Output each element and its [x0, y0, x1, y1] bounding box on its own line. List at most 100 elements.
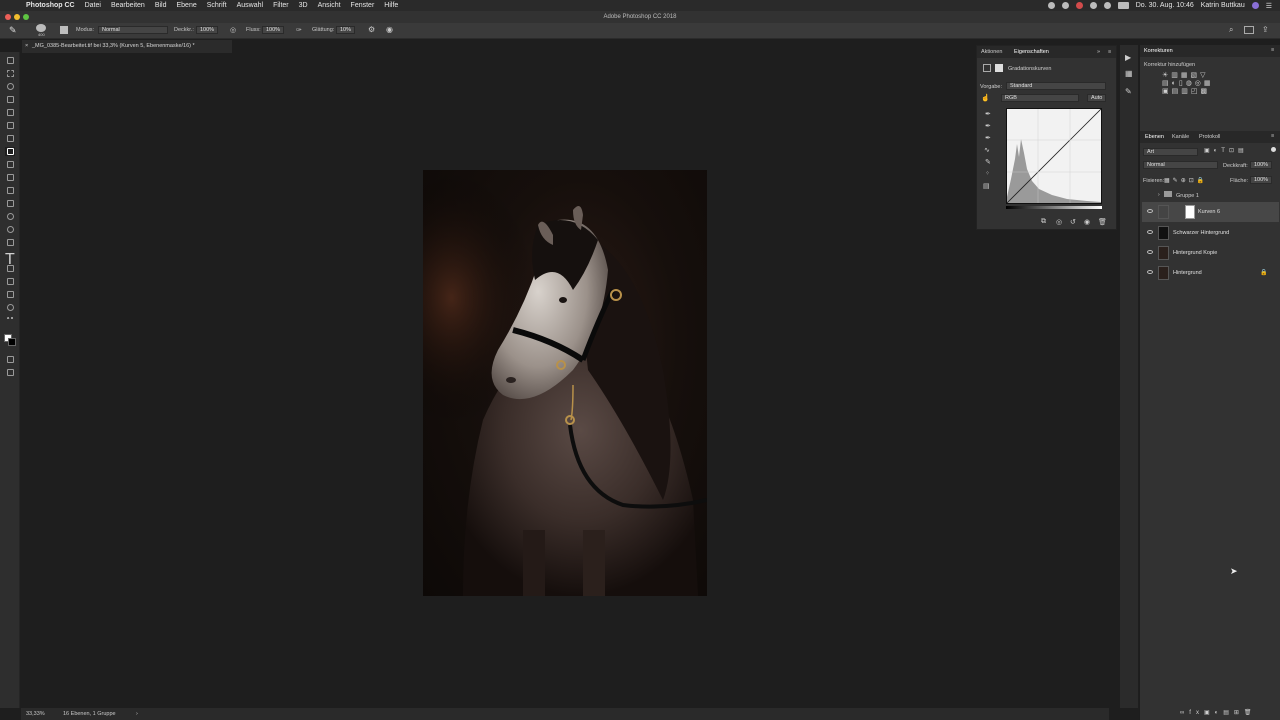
fill-field[interactable]: 100% [1250, 176, 1273, 184]
delete-adjustment-icon[interactable]: 🗑 [1098, 218, 1107, 226]
reset-icon[interactable]: ↺ [1070, 218, 1076, 226]
brush-tool-icon[interactable]: ✎ [9, 25, 17, 36]
auto-button[interactable]: Auto [1087, 94, 1107, 102]
layer-row[interactable]: Hintergrund Kopie [1142, 243, 1279, 263]
eye-icon[interactable] [1147, 230, 1153, 234]
more-tools-icon[interactable] [5, 316, 15, 325]
quick-mask-icon[interactable] [5, 355, 15, 364]
wifi-icon[interactable] [1089, 2, 1097, 9]
layer-opacity-field[interactable]: 100% [1250, 161, 1273, 169]
pressure-opacity-icon[interactable]: ◎ [230, 26, 236, 34]
channel-select[interactable]: RGB [1001, 94, 1079, 102]
brush-panel-icon[interactable] [60, 26, 68, 34]
layer-mask-thumb[interactable] [1185, 205, 1195, 219]
workspace-icon[interactable] [1244, 26, 1254, 34]
tab-kanaele[interactable]: Kanäle [1172, 134, 1189, 140]
crop-tool-icon[interactable] [5, 108, 15, 117]
gear-icon[interactable]: ⚙ [368, 25, 375, 34]
eye-icon[interactable] [1147, 270, 1153, 274]
menubar-user[interactable]: Katrin Buttkau [1201, 2, 1245, 9]
gray-point-eyedropper-icon[interactable]: ✒ [985, 122, 991, 130]
menu-hilfe[interactable]: Hilfe [384, 2, 398, 9]
brush-tool-button-icon[interactable] [5, 147, 15, 156]
minimize-window-icon[interactable] [14, 14, 20, 20]
status-circle-icon[interactable] [1047, 2, 1055, 9]
clipping-warning-icon[interactable]: ▤ [983, 182, 990, 190]
path-selection-tool-icon[interactable] [5, 264, 15, 273]
menu-bild[interactable]: Bild [155, 2, 167, 9]
corrections-icon-grid[interactable]: ☀▥▦▧▽ ▤◐▯◍◎▦ ▣▤▥◰▩ [1162, 71, 1232, 107]
clip-to-layer-icon[interactable]: ⧉ [1041, 218, 1046, 226]
view-previous-icon[interactable]: ◎ [1056, 218, 1062, 226]
menu-ebene[interactable]: Ebene [177, 2, 197, 9]
airbrush-icon[interactable]: ✑ [296, 26, 302, 34]
notification-center-icon[interactable]: ☰ [1266, 2, 1272, 10]
status-shield-icon[interactable] [1075, 2, 1083, 9]
filter-toggle-icon[interactable] [1271, 147, 1276, 152]
marquee-tool-icon[interactable] [5, 69, 15, 78]
tab-eigenschaften[interactable]: Eigenschaften [1014, 49, 1049, 55]
tab-ebenen[interactable]: Ebenen [1145, 134, 1164, 140]
close-window-icon[interactable] [5, 14, 11, 20]
smoothing-field[interactable]: 10% [336, 26, 356, 34]
lock-icons[interactable]: ▦✎⊕⊡🔒 [1164, 177, 1207, 184]
rectangle-tool-icon[interactable] [5, 277, 15, 286]
eye-icon[interactable] [1147, 209, 1153, 213]
white-point-eyedropper-icon[interactable]: ✒ [985, 134, 991, 142]
canvas-area[interactable] [21, 53, 1109, 708]
brush-preset-icon[interactable] [36, 24, 46, 32]
zoom-level[interactable]: 33,33% [26, 708, 45, 720]
menu-datei[interactable]: Datei [85, 2, 101, 9]
tab-protokoll[interactable]: Protokoll [1199, 134, 1220, 140]
black-point-eyedropper-icon[interactable]: ✒ [985, 110, 991, 118]
pencil-draw-icon[interactable]: ✎ [985, 158, 991, 166]
menu-fenster[interactable]: Fenster [351, 2, 375, 9]
dodge-tool-icon[interactable] [5, 225, 15, 234]
targeted-adjustment-icon[interactable]: ☝ [981, 94, 990, 102]
clone-stamp-tool-icon[interactable] [5, 160, 15, 169]
layer-row[interactable]: Kurven 6 [1142, 202, 1279, 222]
collapse-panel-icon[interactable]: » [1097, 49, 1100, 55]
menu-photoshop[interactable]: Photoshop CC [26, 2, 75, 9]
hand-tool-icon[interactable] [5, 290, 15, 299]
color-swatches-icon[interactable] [4, 332, 16, 348]
zoom-window-icon[interactable] [23, 14, 29, 20]
flow-field[interactable]: 100% [262, 26, 285, 34]
eyedropper-tool-icon[interactable] [5, 121, 15, 130]
group-expand-icon[interactable]: › [1158, 192, 1160, 198]
type-tool-icon[interactable]: T [5, 251, 15, 268]
brush-settings-dock-icon[interactable]: ✎ [1125, 87, 1132, 96]
tab-aktionen[interactable]: Aktionen [981, 49, 1002, 55]
blend-mode-select[interactable]: Normal [1143, 161, 1218, 169]
visibility-toggle-icon[interactable]: ◉ [1084, 218, 1090, 226]
menu-ansicht[interactable]: Ansicht [318, 2, 341, 9]
status-menu-arrow[interactable]: › [136, 708, 138, 720]
layer-filter-icons[interactable]: ▣◐T⊡▤ [1204, 147, 1248, 154]
menu-filter[interactable]: Filter [273, 2, 289, 9]
screen-mode-icon[interactable] [5, 368, 15, 377]
menubar-datetime[interactable]: Do. 30. Aug. 10:46 [1136, 2, 1194, 9]
history-brush-tool-icon[interactable] [5, 173, 15, 182]
curve-edit-icon[interactable]: ∿ [984, 146, 990, 154]
preset-select[interactable]: Standard [1006, 82, 1106, 90]
lasso-tool-icon[interactable] [5, 82, 15, 91]
menu-schrift[interactable]: Schrift [207, 2, 227, 9]
status-cloud-icon[interactable] [1061, 2, 1069, 9]
smooth-curve-icon[interactable]: ⁘ [985, 170, 990, 177]
opacity-field[interactable]: 100% [196, 26, 219, 34]
document-tab[interactable]: × _MG_0385-Bearbeitet.tif bei 33,3% (Kur… [22, 40, 232, 53]
eye-icon[interactable] [1147, 250, 1153, 254]
play-action-icon[interactable]: ▶ [1125, 53, 1131, 62]
blur-tool-icon[interactable] [5, 212, 15, 221]
menu-bearbeiten[interactable]: Bearbeiten [111, 2, 145, 9]
document-photo[interactable] [423, 170, 707, 596]
layer-filter-select[interactable]: Art [1143, 148, 1198, 156]
pressure-size-icon[interactable]: ◉ [386, 25, 393, 34]
mode-select[interactable]: Normal [98, 26, 168, 34]
siri-icon[interactable] [1251, 2, 1259, 9]
eraser-tool-icon[interactable] [5, 186, 15, 195]
layer-row[interactable]: Hintergrund 🔒 [1142, 263, 1279, 283]
search-icon[interactable]: ⌕ [1229, 25, 1233, 35]
share-icon[interactable]: ⇪ [1262, 25, 1269, 34]
layer-row[interactable]: Schwarzer Hintergrund [1142, 223, 1279, 243]
